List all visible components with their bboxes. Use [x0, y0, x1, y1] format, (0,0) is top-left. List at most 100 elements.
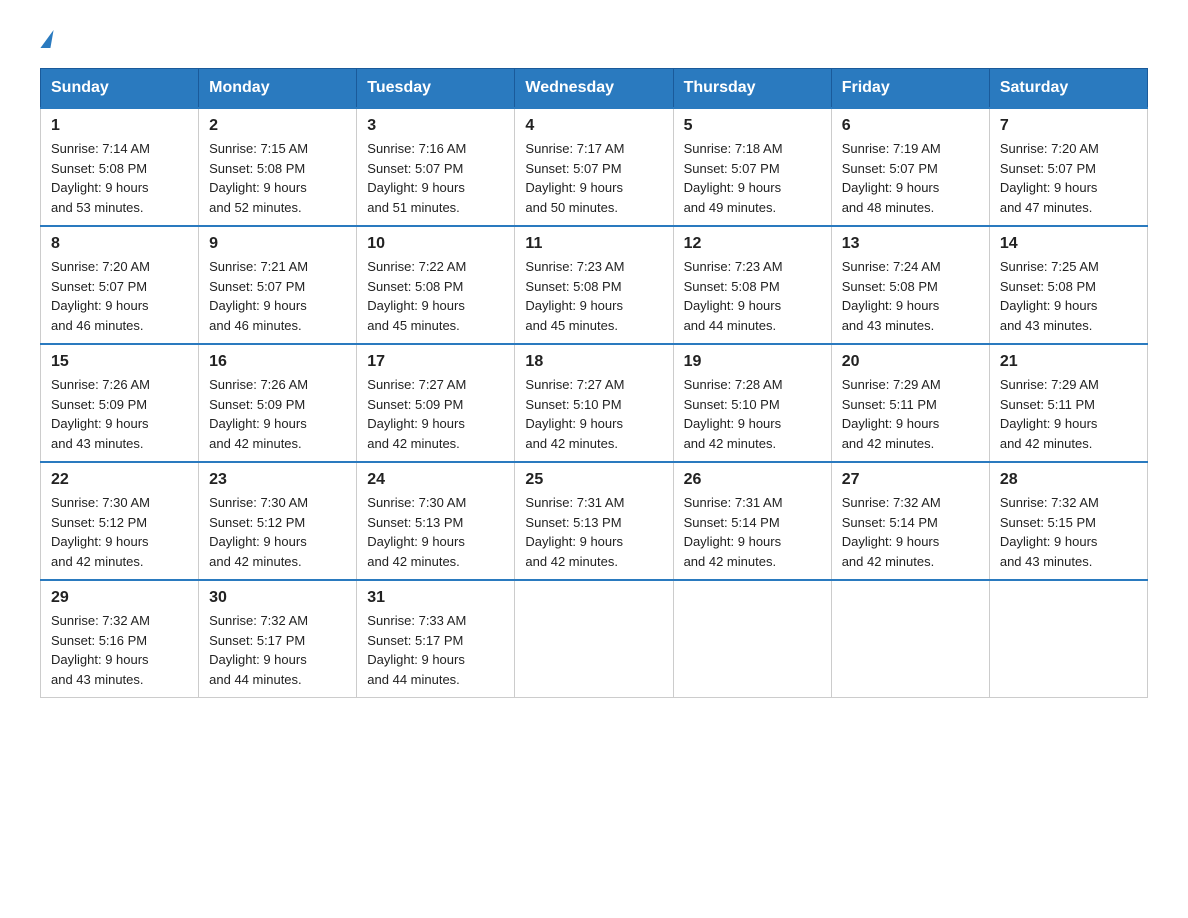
day-info: Sunrise: 7:31 AM Sunset: 5:14 PM Dayligh…: [684, 493, 821, 571]
day-info: Sunrise: 7:27 AM Sunset: 5:10 PM Dayligh…: [525, 375, 662, 453]
day-number: 11: [525, 235, 662, 253]
calendar-table: SundayMondayTuesdayWednesdayThursdayFrid…: [40, 68, 1148, 698]
day-cell: 6 Sunrise: 7:19 AM Sunset: 5:07 PM Dayli…: [831, 108, 989, 226]
day-info: Sunrise: 7:26 AM Sunset: 5:09 PM Dayligh…: [209, 375, 346, 453]
day-number: 25: [525, 471, 662, 489]
day-number: 6: [842, 117, 979, 135]
day-number: 18: [525, 353, 662, 371]
day-number: 3: [367, 117, 504, 135]
day-number: 16: [209, 353, 346, 371]
day-info: Sunrise: 7:22 AM Sunset: 5:08 PM Dayligh…: [367, 257, 504, 335]
day-info: Sunrise: 7:19 AM Sunset: 5:07 PM Dayligh…: [842, 139, 979, 217]
day-info: Sunrise: 7:20 AM Sunset: 5:07 PM Dayligh…: [1000, 139, 1137, 217]
day-cell: 23 Sunrise: 7:30 AM Sunset: 5:12 PM Dayl…: [199, 462, 357, 580]
day-cell: 30 Sunrise: 7:32 AM Sunset: 5:17 PM Dayl…: [199, 580, 357, 698]
day-info: Sunrise: 7:29 AM Sunset: 5:11 PM Dayligh…: [842, 375, 979, 453]
day-number: 29: [51, 589, 188, 607]
column-header-saturday: Saturday: [989, 69, 1147, 109]
day-cell: 21 Sunrise: 7:29 AM Sunset: 5:11 PM Dayl…: [989, 344, 1147, 462]
week-row-4: 22 Sunrise: 7:30 AM Sunset: 5:12 PM Dayl…: [41, 462, 1148, 580]
day-number: 21: [1000, 353, 1137, 371]
day-number: 7: [1000, 117, 1137, 135]
day-cell: 27 Sunrise: 7:32 AM Sunset: 5:14 PM Dayl…: [831, 462, 989, 580]
day-cell: 20 Sunrise: 7:29 AM Sunset: 5:11 PM Dayl…: [831, 344, 989, 462]
day-cell: 16 Sunrise: 7:26 AM Sunset: 5:09 PM Dayl…: [199, 344, 357, 462]
column-header-sunday: Sunday: [41, 69, 199, 109]
day-info: Sunrise: 7:28 AM Sunset: 5:10 PM Dayligh…: [684, 375, 821, 453]
day-number: 24: [367, 471, 504, 489]
day-cell: 26 Sunrise: 7:31 AM Sunset: 5:14 PM Dayl…: [673, 462, 831, 580]
column-header-thursday: Thursday: [673, 69, 831, 109]
day-number: 10: [367, 235, 504, 253]
day-cell: 25 Sunrise: 7:31 AM Sunset: 5:13 PM Dayl…: [515, 462, 673, 580]
day-cell: [989, 580, 1147, 698]
day-number: 31: [367, 589, 504, 607]
week-row-3: 15 Sunrise: 7:26 AM Sunset: 5:09 PM Dayl…: [41, 344, 1148, 462]
day-info: Sunrise: 7:33 AM Sunset: 5:17 PM Dayligh…: [367, 611, 504, 689]
day-cell: 15 Sunrise: 7:26 AM Sunset: 5:09 PM Dayl…: [41, 344, 199, 462]
day-cell: 14 Sunrise: 7:25 AM Sunset: 5:08 PM Dayl…: [989, 226, 1147, 344]
column-header-tuesday: Tuesday: [357, 69, 515, 109]
day-info: Sunrise: 7:31 AM Sunset: 5:13 PM Dayligh…: [525, 493, 662, 571]
day-cell: [515, 580, 673, 698]
week-row-5: 29 Sunrise: 7:32 AM Sunset: 5:16 PM Dayl…: [41, 580, 1148, 698]
day-number: 23: [209, 471, 346, 489]
day-cell: 29 Sunrise: 7:32 AM Sunset: 5:16 PM Dayl…: [41, 580, 199, 698]
day-info: Sunrise: 7:29 AM Sunset: 5:11 PM Dayligh…: [1000, 375, 1137, 453]
day-number: 19: [684, 353, 821, 371]
day-info: Sunrise: 7:27 AM Sunset: 5:09 PM Dayligh…: [367, 375, 504, 453]
day-cell: 7 Sunrise: 7:20 AM Sunset: 5:07 PM Dayli…: [989, 108, 1147, 226]
column-header-wednesday: Wednesday: [515, 69, 673, 109]
day-number: 26: [684, 471, 821, 489]
day-cell: 17 Sunrise: 7:27 AM Sunset: 5:09 PM Dayl…: [357, 344, 515, 462]
day-cell: 11 Sunrise: 7:23 AM Sunset: 5:08 PM Dayl…: [515, 226, 673, 344]
day-cell: 19 Sunrise: 7:28 AM Sunset: 5:10 PM Dayl…: [673, 344, 831, 462]
day-cell: 2 Sunrise: 7:15 AM Sunset: 5:08 PM Dayli…: [199, 108, 357, 226]
day-number: 8: [51, 235, 188, 253]
day-info: Sunrise: 7:24 AM Sunset: 5:08 PM Dayligh…: [842, 257, 979, 335]
day-info: Sunrise: 7:30 AM Sunset: 5:12 PM Dayligh…: [51, 493, 188, 571]
day-cell: 13 Sunrise: 7:24 AM Sunset: 5:08 PM Dayl…: [831, 226, 989, 344]
day-cell: [673, 580, 831, 698]
day-info: Sunrise: 7:32 AM Sunset: 5:17 PM Dayligh…: [209, 611, 346, 689]
day-cell: 10 Sunrise: 7:22 AM Sunset: 5:08 PM Dayl…: [357, 226, 515, 344]
day-cell: 18 Sunrise: 7:27 AM Sunset: 5:10 PM Dayl…: [515, 344, 673, 462]
week-row-1: 1 Sunrise: 7:14 AM Sunset: 5:08 PM Dayli…: [41, 108, 1148, 226]
day-number: 27: [842, 471, 979, 489]
day-info: Sunrise: 7:23 AM Sunset: 5:08 PM Dayligh…: [684, 257, 821, 335]
day-cell: 24 Sunrise: 7:30 AM Sunset: 5:13 PM Dayl…: [357, 462, 515, 580]
day-number: 13: [842, 235, 979, 253]
day-number: 14: [1000, 235, 1137, 253]
day-number: 28: [1000, 471, 1137, 489]
day-info: Sunrise: 7:15 AM Sunset: 5:08 PM Dayligh…: [209, 139, 346, 217]
day-number: 20: [842, 353, 979, 371]
day-info: Sunrise: 7:25 AM Sunset: 5:08 PM Dayligh…: [1000, 257, 1137, 335]
day-number: 4: [525, 117, 662, 135]
day-cell: [831, 580, 989, 698]
day-info: Sunrise: 7:17 AM Sunset: 5:07 PM Dayligh…: [525, 139, 662, 217]
header-row: SundayMondayTuesdayWednesdayThursdayFrid…: [41, 69, 1148, 109]
day-cell: 1 Sunrise: 7:14 AM Sunset: 5:08 PM Dayli…: [41, 108, 199, 226]
day-number: 2: [209, 117, 346, 135]
week-row-2: 8 Sunrise: 7:20 AM Sunset: 5:07 PM Dayli…: [41, 226, 1148, 344]
day-info: Sunrise: 7:30 AM Sunset: 5:13 PM Dayligh…: [367, 493, 504, 571]
day-cell: 5 Sunrise: 7:18 AM Sunset: 5:07 PM Dayli…: [673, 108, 831, 226]
day-info: Sunrise: 7:14 AM Sunset: 5:08 PM Dayligh…: [51, 139, 188, 217]
day-info: Sunrise: 7:32 AM Sunset: 5:14 PM Dayligh…: [842, 493, 979, 571]
day-info: Sunrise: 7:32 AM Sunset: 5:16 PM Dayligh…: [51, 611, 188, 689]
day-cell: 9 Sunrise: 7:21 AM Sunset: 5:07 PM Dayli…: [199, 226, 357, 344]
logo-triangle-icon: [40, 30, 53, 48]
day-number: 5: [684, 117, 821, 135]
day-info: Sunrise: 7:20 AM Sunset: 5:07 PM Dayligh…: [51, 257, 188, 335]
day-number: 1: [51, 117, 188, 135]
logo-general-text: [40, 30, 52, 48]
day-cell: 31 Sunrise: 7:33 AM Sunset: 5:17 PM Dayl…: [357, 580, 515, 698]
column-header-monday: Monday: [199, 69, 357, 109]
day-info: Sunrise: 7:18 AM Sunset: 5:07 PM Dayligh…: [684, 139, 821, 217]
day-info: Sunrise: 7:30 AM Sunset: 5:12 PM Dayligh…: [209, 493, 346, 571]
day-info: Sunrise: 7:26 AM Sunset: 5:09 PM Dayligh…: [51, 375, 188, 453]
day-cell: 22 Sunrise: 7:30 AM Sunset: 5:12 PM Dayl…: [41, 462, 199, 580]
day-info: Sunrise: 7:21 AM Sunset: 5:07 PM Dayligh…: [209, 257, 346, 335]
day-number: 30: [209, 589, 346, 607]
header: [40, 30, 1148, 48]
